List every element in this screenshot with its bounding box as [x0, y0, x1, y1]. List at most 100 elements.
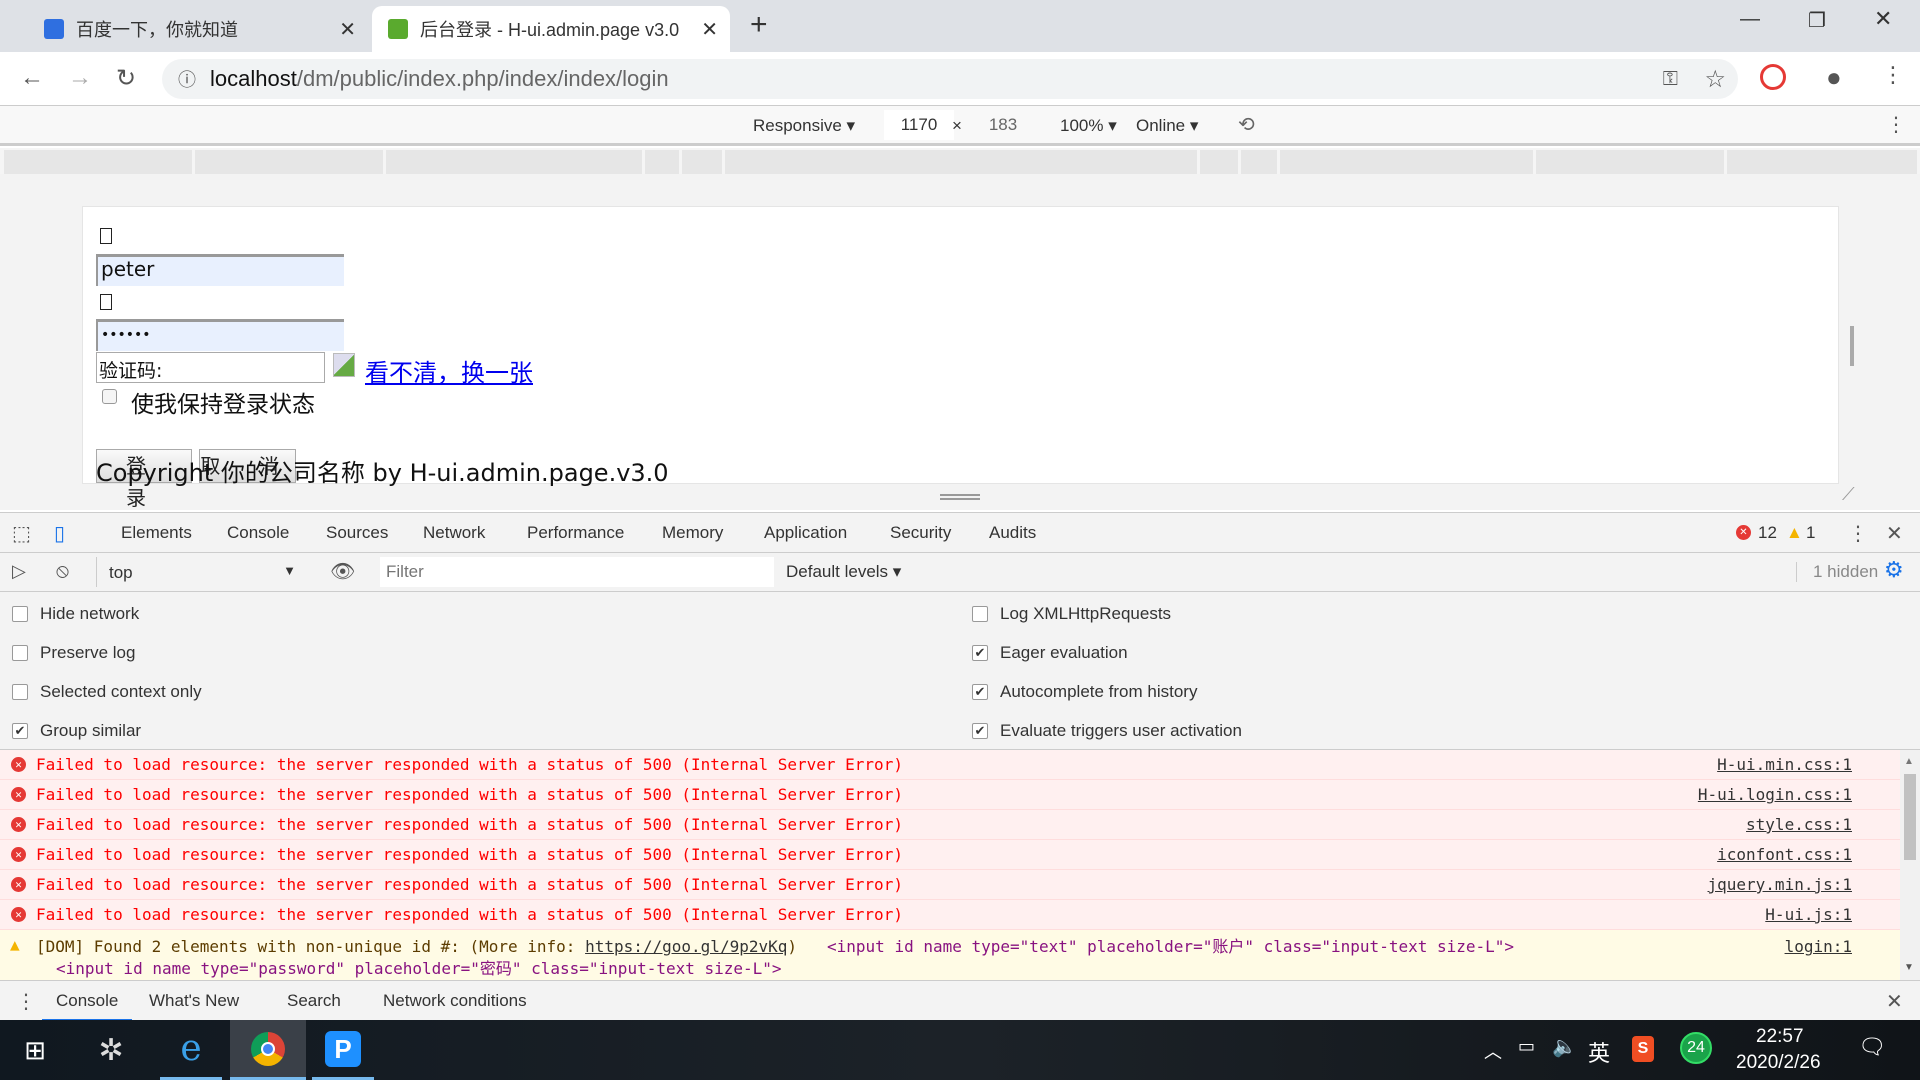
url-bar[interactable]: ⓘ localhost/dm/public/index.php/index/in… [162, 59, 1738, 99]
close-tab-icon[interactable]: ✕ [701, 17, 718, 42]
warning-icon[interactable]: ▲ [1786, 523, 1803, 543]
battery-icon[interactable]: ▭ [1518, 1036, 1535, 1057]
volume-icon[interactable]: 🔈 [1552, 1034, 1577, 1059]
hide-network-checkbox[interactable]: Hide network [12, 604, 139, 624]
more-options-icon[interactable]: ⋮ [1886, 112, 1906, 137]
menu-icon[interactable]: ⋮ [1882, 62, 1904, 88]
username-input[interactable]: peter [96, 254, 344, 286]
remember-checkbox[interactable] [102, 389, 117, 404]
dom-element-1[interactable]: <input id name type="text" placeholder="… [827, 937, 1514, 956]
error-count[interactable]: 12 [1758, 523, 1777, 543]
corner-resize-handle[interactable]: ⟋ [1842, 484, 1855, 505]
live-expression-eye-icon[interactable]: 👁 [330, 559, 355, 584]
bookmark-star-icon[interactable]: ☆ [1704, 65, 1726, 94]
evaluate-triggers-checkbox[interactable]: ✔ Evaluate triggers user activation [972, 721, 1242, 741]
device-toggle-icon[interactable]: ▯ [54, 521, 65, 546]
windows-start-icon[interactable]: ⊞ [4, 1020, 66, 1080]
rotate-icon[interactable]: ⟲ [1238, 112, 1255, 137]
tab-baidu[interactable]: 百度一下，你就知道 ✕ [28, 6, 368, 52]
profile-icon[interactable]: ● [1826, 62, 1842, 93]
width-input[interactable]: 1170 [884, 110, 954, 140]
password-input[interactable]: •••••• [96, 319, 344, 351]
eager-evaluation-checkbox[interactable]: ✔ Eager evaluation [972, 643, 1128, 663]
console-settings-panel: Hide network Preserve log Selected conte… [0, 592, 1920, 750]
key-icon[interactable]: ⚿ [1663, 68, 1678, 91]
internet-explorer-icon[interactable]: e [160, 1020, 222, 1080]
close-window-button[interactable]: ✕ [1874, 6, 1892, 32]
tab-performance[interactable]: Performance [527, 523, 624, 543]
devtools-menu-icon[interactable]: ⋮ [1848, 521, 1868, 546]
captcha-input[interactable]: 验证码: [96, 352, 325, 383]
source-link[interactable]: jquery.min.js:1 [1708, 870, 1853, 900]
filter-input[interactable] [380, 557, 774, 587]
tab-elements[interactable]: Elements [121, 523, 192, 543]
error-icon[interactable]: ✕ [1736, 525, 1751, 540]
tab-security[interactable]: Security [890, 523, 951, 543]
minimize-button[interactable]: — [1740, 8, 1760, 31]
group-similar-checkbox[interactable]: ✔ Group similar [12, 721, 141, 741]
log-xhr-checkbox[interactable]: Log XMLHttpRequests [972, 604, 1171, 624]
notification-center-icon[interactable]: 🗨 [1858, 1034, 1886, 1060]
height-input[interactable]: 183 [970, 110, 1036, 140]
source-link[interactable]: H-ui.login.css:1 [1698, 780, 1852, 810]
console-scrollbar[interactable]: ▲ ▼ [1900, 750, 1920, 980]
error-message: ✕ Failed to load resource: the server res… [0, 900, 1900, 930]
device-mode-select[interactable]: Responsive ▾ [753, 116, 855, 136]
source-link[interactable]: H-ui.min.css:1 [1717, 750, 1852, 780]
windows-taskbar: ⊞ ✲ e P ︿ ▭ 🔈 英 S 24 22:57 2020/2/26 🗨 [0, 1020, 1920, 1080]
preserve-log-checkbox[interactable]: Preserve log [12, 643, 135, 663]
context-select[interactable]: top ▼ [96, 557, 302, 587]
clock-date[interactable]: 2020/2/26 [1736, 1052, 1821, 1074]
drawer-tab-whats-new[interactable]: What's New [149, 991, 239, 1011]
levels-select[interactable]: Default levels ▾ [786, 562, 901, 582]
more-info-link[interactable]: https://goo.gl/9p2vKq [585, 937, 787, 956]
source-link[interactable]: H-ui.js:1 [1765, 900, 1852, 930]
chrome-icon[interactable] [230, 1020, 306, 1080]
sogou-icon[interactable]: S [1632, 1036, 1654, 1062]
tab-memory[interactable]: Memory [662, 523, 723, 543]
captcha-refresh-link[interactable]: 看不清，换一张 [365, 353, 533, 388]
media-query-bar[interactable] [0, 148, 1920, 174]
clear-console-icon[interactable]: ⦸ [56, 560, 69, 583]
dom-element-2[interactable]: <input id name type="password" placehold… [0, 958, 1900, 980]
network-throttle-select[interactable]: Online ▾ [1136, 116, 1198, 136]
source-link[interactable]: login:1 [1785, 936, 1852, 958]
drawer-menu-icon[interactable]: ⋮ [16, 989, 36, 1014]
inspect-element-icon[interactable]: ⬚ [12, 521, 31, 546]
broken-captcha-image-icon[interactable] [333, 353, 355, 377]
p-app-icon[interactable]: P [312, 1020, 374, 1080]
badge-24[interactable]: 24 [1680, 1032, 1712, 1064]
extension-icon[interactable] [1760, 64, 1786, 90]
clock-time[interactable]: 22:57 [1756, 1026, 1804, 1048]
right-resize-handle[interactable] [1850, 326, 1854, 366]
back-icon[interactable]: ← [20, 64, 44, 92]
ime-indicator[interactable]: 英 [1588, 1036, 1610, 1068]
reload-icon[interactable]: ↻ [116, 64, 136, 93]
zoom-select[interactable]: 100% ▾ [1060, 116, 1117, 136]
new-tab-button[interactable]: + [750, 8, 768, 42]
forward-icon[interactable]: → [68, 64, 92, 92]
tab-application[interactable]: Application [764, 523, 847, 543]
close-tab-icon[interactable]: ✕ [339, 17, 356, 42]
show-hidden-icons[interactable]: ︿ [1484, 1038, 1502, 1064]
selected-context-checkbox[interactable]: Selected context only [12, 682, 202, 702]
drawer-tab-console[interactable]: Console [42, 981, 133, 1021]
warning-count[interactable]: 1 [1806, 523, 1815, 543]
close-devtools-icon[interactable]: ✕ [1886, 521, 1903, 546]
autocomplete-history-checkbox[interactable]: ✔ Autocomplete from history [972, 682, 1197, 702]
drawer-tab-network-conditions[interactable]: Network conditions [383, 991, 527, 1011]
pinwheel-app-icon[interactable]: ✲ [80, 1020, 142, 1080]
tab-console[interactable]: Console [227, 523, 290, 555]
console-settings-gear-icon[interactable]: ⚙ [1884, 557, 1904, 583]
drawer-tab-search[interactable]: Search [287, 991, 341, 1011]
tab-login[interactable]: 后台登录 - H-ui.admin.page v3.0 ✕ [372, 6, 730, 52]
source-link[interactable]: iconfont.css:1 [1717, 840, 1852, 870]
tab-network[interactable]: Network [423, 523, 485, 543]
tab-sources[interactable]: Sources [326, 523, 388, 543]
sidebar-toggle-icon[interactable]: ▷ [12, 561, 26, 582]
restore-button[interactable]: ❐ [1808, 8, 1826, 33]
bottom-resize-handle[interactable] [940, 494, 980, 500]
close-drawer-icon[interactable]: ✕ [1886, 989, 1903, 1014]
tab-audits[interactable]: Audits [989, 523, 1036, 543]
source-link[interactable]: style.css:1 [1746, 810, 1852, 840]
